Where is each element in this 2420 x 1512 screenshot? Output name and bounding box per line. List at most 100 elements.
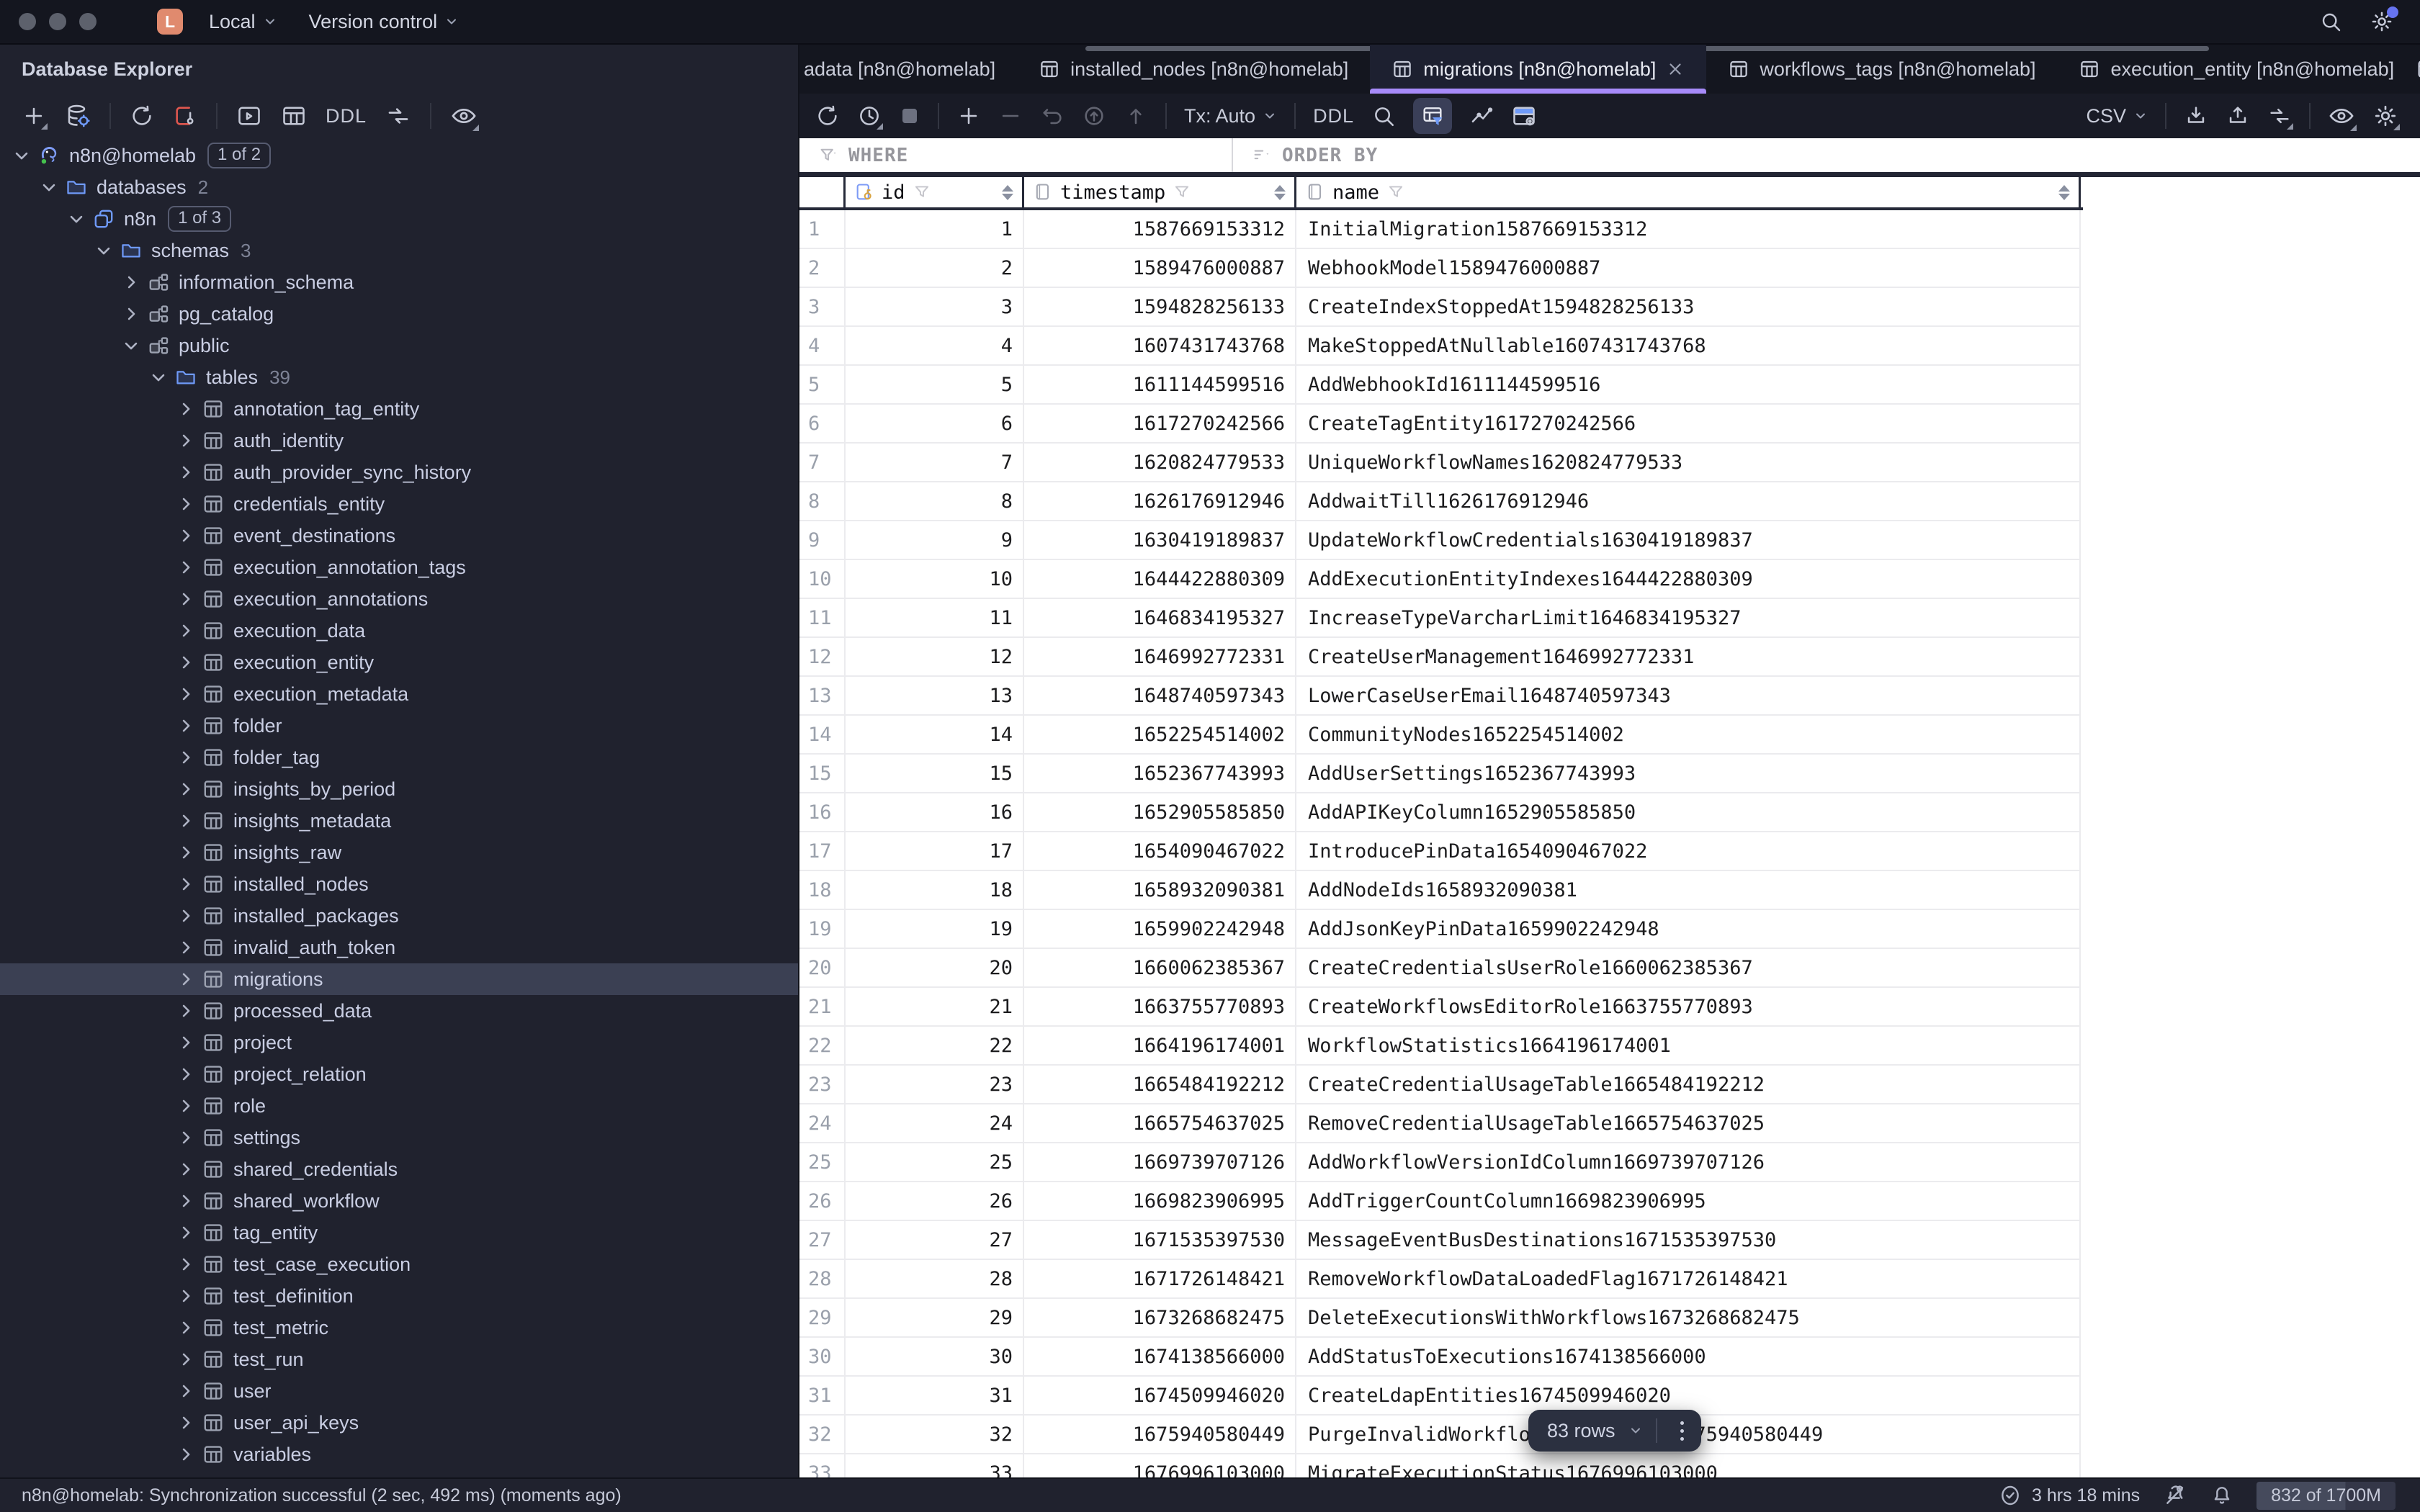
chevron-icon[interactable]	[176, 1286, 196, 1306]
chevron-icon[interactable]	[176, 937, 196, 958]
cell-id[interactable]: 30	[846, 1338, 1024, 1377]
cell-id[interactable]: 26	[846, 1182, 1024, 1221]
editor-tab[interactable]: execution_entity [n8n@homelab]	[2057, 45, 2416, 94]
cell-timestamp[interactable]: 1654090467022	[1024, 832, 1296, 871]
table-view-icon[interactable]	[281, 103, 307, 129]
chevron-icon[interactable]	[176, 589, 196, 609]
cell-name[interactable]: MessageEventBusDestinations1671535397530	[1296, 1221, 2081, 1260]
add-row-icon[interactable]	[956, 104, 981, 128]
editor-tab[interactable]: installed_nodes [n8n@homelab]	[1017, 45, 1370, 94]
cell-id[interactable]: 21	[846, 988, 1024, 1027]
LowerCaseUserEmail1648740597343[interactable]: 13 13 1648740597343 LowerCaseUserEmail16…	[799, 677, 2083, 716]
chevron-icon[interactable]	[176, 462, 196, 482]
tree-item[interactable]: schemas 3	[0, 235, 798, 266]
AddTriggerCountColumn1669823906995[interactable]: 26 26 1669823906995 AddTriggerCountColum…	[799, 1182, 2083, 1221]
UpdateWorkflowCredentials1630419189837[interactable]: 9 9 1630419189837 UpdateWorkflowCredenti…	[799, 521, 2083, 560]
cell-id[interactable]: 11	[846, 599, 1024, 638]
cell-name[interactable]: CreateCredentialUsageTable1665484192212	[1296, 1066, 2081, 1104]
cell-name[interactable]: CreateTagEntity1617270242566	[1296, 405, 2081, 444]
cell-id[interactable]: 5	[846, 366, 1024, 405]
auto-refresh-clock-icon[interactable]	[857, 104, 883, 130]
cell-id[interactable]: 31	[846, 1377, 1024, 1416]
export-format-dropdown[interactable]: CSV	[2086, 105, 2148, 127]
chevron-icon[interactable]	[94, 240, 114, 261]
cell-id[interactable]: 32	[846, 1416, 1024, 1454]
MessageEventBusDestinations1671535397530[interactable]: 27 27 1671535397530 MessageEventBusDesti…	[799, 1221, 2083, 1260]
bell-icon[interactable]	[2210, 1484, 2233, 1507]
tree-item[interactable]: n8n@homelab 1 of 2	[0, 140, 798, 171]
tree-item[interactable]: shared_credentials	[0, 1153, 798, 1185]
chevron-icon[interactable]	[176, 874, 196, 894]
MigrateExecutionStatus1676996103000[interactable]: 33 33 1676996103000 MigrateExecutionStat…	[799, 1454, 2083, 1477]
reload-data-icon[interactable]	[815, 104, 840, 128]
chevron-icon[interactable]	[176, 716, 196, 736]
cell-timestamp[interactable]: 1589476000887	[1024, 249, 1296, 288]
AddStatusToExecutions1674138566000[interactable]: 30 30 1674138566000 AddStatusToExecution…	[799, 1338, 2083, 1377]
cell-timestamp[interactable]: 1652367743993	[1024, 755, 1296, 793]
chevron-icon[interactable]	[176, 1191, 196, 1211]
cell-name[interactable]: AddUserSettings1652367743993	[1296, 755, 2081, 793]
chart-icon[interactable]	[1469, 104, 1494, 128]
tree-item[interactable]: installed_packages	[0, 900, 798, 932]
find-icon[interactable]	[1371, 104, 1396, 128]
UniqueWorkflowNames1620824779533[interactable]: 7 7 1620824779533 UniqueWorkflowNames162…	[799, 444, 2083, 482]
tree-item[interactable]: user	[0, 1375, 798, 1407]
cell-name[interactable]: IntroducePinData1654090467022	[1296, 832, 2081, 871]
cell-timestamp[interactable]: 1607431743768	[1024, 327, 1296, 366]
chevron-icon[interactable]	[176, 747, 196, 768]
chevron-icon[interactable]	[121, 304, 141, 324]
cell-id[interactable]: 27	[846, 1221, 1024, 1260]
cell-name[interactable]: AddExecutionEntityIndexes1644422880309	[1296, 560, 2081, 599]
chevron-icon[interactable]	[176, 1349, 196, 1369]
RemoveWorkflowDataLoadedFlag1671726148421[interactable]: 28 28 1671726148421 RemoveWorkflowDataLo…	[799, 1260, 2083, 1299]
cell-id[interactable]: 20	[846, 949, 1024, 988]
chevron-icon[interactable]	[176, 969, 196, 989]
chevron-icon[interactable]	[176, 1444, 196, 1464]
tree-item[interactable]: shared_workflow	[0, 1185, 798, 1217]
tree-item[interactable]: migrations	[0, 963, 798, 995]
cell-id[interactable]: 4	[846, 327, 1024, 366]
disconnect-icon[interactable]	[173, 104, 197, 128]
tree-item[interactable]: information_schema	[0, 266, 798, 298]
tree-item[interactable]: user_api_keys	[0, 1407, 798, 1439]
tree-item[interactable]: insights_by_period	[0, 773, 798, 805]
chevron-icon[interactable]	[176, 1096, 196, 1116]
tree-item[interactable]: test_definition	[0, 1280, 798, 1312]
chevron-icon[interactable]	[121, 272, 141, 292]
cell-timestamp[interactable]: 1673268682475	[1024, 1299, 1296, 1338]
cell-name[interactable]: RemoveWorkflowDataLoadedFlag167172614842…	[1296, 1260, 2081, 1299]
tree-item[interactable]: test_case_execution	[0, 1248, 798, 1280]
cell-id[interactable]: 6	[846, 405, 1024, 444]
chevron-icon[interactable]	[176, 557, 196, 577]
tree-item[interactable]: test_metric	[0, 1312, 798, 1344]
cell-id[interactable]: 16	[846, 793, 1024, 832]
tree-item[interactable]: event_destinations	[0, 520, 798, 552]
cell-name[interactable]: CreateWorkflowsEditorRole1663755770893	[1296, 988, 2081, 1027]
column-header-id[interactable]: id	[846, 177, 1024, 207]
CommunityNodes1652254514002[interactable]: 14 14 1652254514002 CommunityNodes165225…	[799, 716, 2083, 755]
cell-name[interactable]: IncreaseTypeVarcharLimit1646834195327	[1296, 599, 2081, 638]
CreateIndexStoppedAt1594828256133[interactable]: 3 3 1594828256133 CreateIndexStoppedAt15…	[799, 288, 2083, 327]
editor-tab[interactable]: migrations [n8n@homelab]	[1370, 45, 1707, 94]
editor-tab[interactable]: workflows_tags [n8n@homelab]	[1706, 45, 2057, 94]
cell-timestamp[interactable]: 1652254514002	[1024, 716, 1296, 755]
cell-id[interactable]: 13	[846, 677, 1024, 716]
cell-name[interactable]: DeleteExecutionsWithWorkflows16732686824…	[1296, 1299, 2081, 1338]
close-icon[interactable]	[1666, 60, 1685, 78]
cell-name[interactable]: MakeStoppedAtNullable1607431743768	[1296, 327, 2081, 366]
profile-avatar[interactable]: L	[157, 9, 183, 35]
tree-item[interactable]: tag_entity	[0, 1217, 798, 1248]
tree-item[interactable]: project_relation	[0, 1058, 798, 1090]
tree-item[interactable]: installed_nodes	[0, 868, 798, 900]
close-window-button[interactable]	[19, 13, 36, 30]
tree-item[interactable]: execution_annotation_tags	[0, 552, 798, 583]
cell-name[interactable]: UniqueWorkflowNames1620824779533	[1296, 444, 2081, 482]
cell-name[interactable]: WebhookModel1589476000887	[1296, 249, 2081, 288]
cell-id[interactable]: 12	[846, 638, 1024, 677]
hidden-tabs-table-icon[interactable]	[2416, 58, 2420, 81]
cell-id[interactable]: 23	[846, 1066, 1024, 1104]
cell-id[interactable]: 3	[846, 288, 1024, 327]
cell-timestamp[interactable]: 1669739707126	[1024, 1143, 1296, 1182]
grid-gear-icon[interactable]	[2372, 103, 2400, 130]
cell-timestamp[interactable]: 1626176912946	[1024, 482, 1296, 521]
